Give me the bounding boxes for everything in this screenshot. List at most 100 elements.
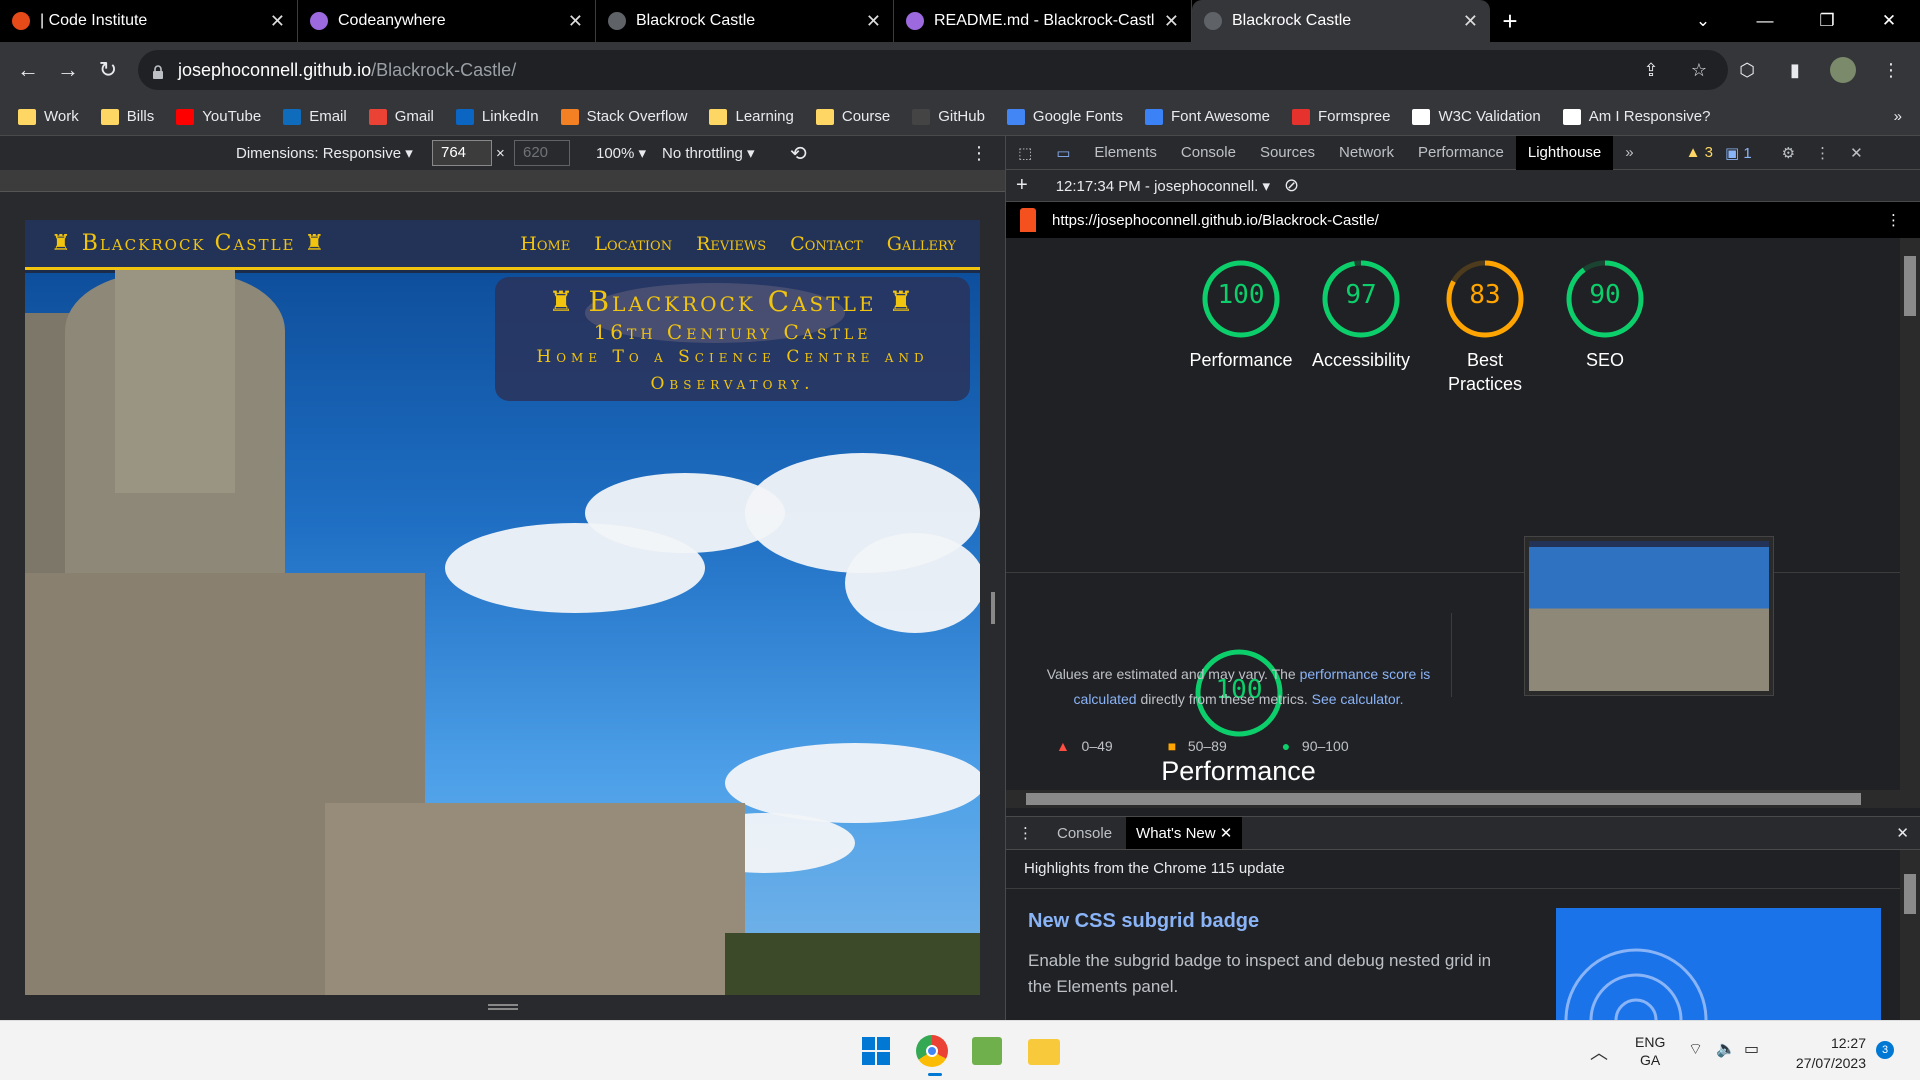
lock-icon[interactable] [152,63,164,79]
bookmark-item[interactable]: Work [18,108,79,125]
throttle-select[interactable]: No throttling ▾ [662,144,755,162]
close-tab-icon[interactable]: ✕ [866,11,881,32]
more-tabs-icon[interactable]: » [1613,136,1645,170]
nav-location[interactable]: Location [594,233,672,255]
score-gauge[interactable]: 83 Best Practices [1430,258,1540,396]
tray-chevron-icon[interactable]: ︿ [1590,1039,1608,1065]
tab-performance[interactable]: Performance [1406,136,1516,170]
app-icon[interactable] [972,1037,1002,1065]
menu-icon[interactable]: ⋮ [1872,50,1910,90]
resize-handle-right[interactable] [991,592,995,624]
share-icon[interactable]: ⇪ [1632,50,1670,90]
site-brand[interactable]: ♜ Blackrock Castle ♜ [51,231,326,256]
warning-icon[interactable]: ▲ 3 [1686,144,1713,161]
score-gauge[interactable]: 90 SEO [1550,258,1660,372]
bookmark-item[interactable]: GitHub [912,108,985,125]
tab-network[interactable]: Network [1327,136,1406,170]
bookmark-item[interactable]: W3C Validation [1412,108,1541,125]
drawer-scrollbar[interactable] [1900,850,1920,1020]
bookmark-item[interactable]: Email [283,108,347,125]
forward-icon[interactable]: → [48,50,88,90]
browser-tab[interactable]: Blackrock Castle ✕ [596,0,894,42]
minimize-icon[interactable]: — [1734,0,1796,42]
more-bookmarks-icon[interactable]: » [1894,108,1902,125]
clock[interactable]: 12:27 27/07/2023 [1786,1033,1866,1073]
width-input[interactable]: 764 [432,140,492,166]
height-input[interactable]: 620 [514,140,570,166]
wifi-icon[interactable]: ⌔ [1688,1039,1703,1059]
report-menu-icon[interactable]: ⋮ [1886,211,1901,229]
nav-reviews[interactable]: Reviews [696,233,766,255]
resize-handle-bottom[interactable] [488,1004,518,1010]
drawer-tab-whats-new[interactable]: What's New ✕ [1126,817,1243,849]
file-explorer-icon[interactable] [1028,1039,1060,1065]
bookmark-item[interactable]: Course [815,108,890,125]
tab-search-icon[interactable]: ⌄ [1672,0,1734,42]
notification-badge[interactable]: 3 [1876,1041,1894,1059]
new-tab-icon[interactable]: + [1490,0,1530,42]
bookmark-item[interactable]: YouTube [176,108,261,125]
bookmark-item[interactable]: Font Awesome [1144,108,1270,125]
bookmark-item[interactable]: Bills [100,108,154,125]
back-icon[interactable]: ← [8,50,48,90]
close-devtools-icon[interactable]: ✕ [1850,144,1863,162]
news-title[interactable]: New CSS subgrid badge [1028,910,1259,933]
extensions-icon[interactable]: ⬡ [1728,50,1766,90]
start-icon[interactable] [862,1037,890,1065]
close-tab-icon[interactable]: ✕ [1463,11,1478,32]
nav-contact[interactable]: Contact [790,233,863,255]
bookmark-item[interactable]: LinkedIn [455,108,539,125]
close-tab-icon[interactable]: ✕ [1220,825,1233,842]
media-query-ruler[interactable] [0,170,1005,192]
score-gauge[interactable]: 97 Accessibility [1306,258,1416,372]
tab-elements[interactable]: Elements [1082,136,1169,170]
avatar[interactable] [1824,50,1862,90]
zoom-select[interactable]: 100% ▾ [596,144,646,162]
maximize-icon[interactable]: ❐ [1796,0,1858,42]
bookmark-item[interactable]: Formspree [1291,108,1390,125]
close-window-icon[interactable]: ✕ [1858,0,1920,42]
rotate-icon[interactable]: ⟲ [790,141,807,166]
sidepanel-icon[interactable]: ▮ [1776,50,1814,90]
bookmark-item[interactable]: Learning [709,108,794,125]
settings-icon[interactable]: ⚙ [1782,144,1795,162]
more-options-icon[interactable]: ⋮ [970,143,988,164]
browser-tab[interactable]: | Code Institute ✕ [0,0,298,42]
browser-tab[interactable]: README.md - Blackrock-Castle - ✕ [894,0,1192,42]
browser-tab-active[interactable]: Blackrock Castle ✕ [1192,0,1490,42]
bookmark-item[interactable]: Stack Overflow [560,108,687,125]
score-gauge[interactable]: 100 Performance [1186,258,1296,372]
drawer-menu-icon[interactable]: ⋮ [1018,824,1033,842]
star-icon[interactable]: ☆ [1680,50,1718,90]
device-toggle-icon[interactable]: ▭ [1044,136,1082,170]
bookmark-item[interactable]: Am I Responsive? [1562,108,1710,125]
page-screenshot-thumbnail[interactable] [1524,536,1774,696]
address-bar[interactable]: josephoconnell.github.io/Blackrock-Castl… [138,50,1728,90]
close-tab-icon[interactable]: ✕ [568,11,583,32]
report-hscrollbar[interactable] [1006,790,1920,808]
add-report-icon[interactable]: + [1016,174,1028,197]
report-scrollbar[interactable] [1900,238,1920,790]
close-drawer-icon[interactable]: ✕ [1896,824,1909,842]
tab-sources[interactable]: Sources [1248,136,1327,170]
drawer-tab-console[interactable]: Console [1057,825,1112,842]
report-select[interactable]: 12:17:34 PM - josephoconnell. ▾ [1056,177,1270,195]
reload-icon[interactable]: ↻ [88,50,128,90]
nav-gallery[interactable]: Gallery [887,233,956,255]
bookmark-item[interactable]: Gmail [368,108,434,125]
chrome-icon[interactable] [916,1035,948,1067]
browser-tab[interactable]: Codeanywhere ✕ [298,0,596,42]
tab-lighthouse[interactable]: Lighthouse [1515,135,1614,170]
battery-icon[interactable]: ▭ [1744,1039,1759,1059]
clear-icon[interactable]: ⊘ [1284,175,1299,196]
tab-console[interactable]: Console [1169,136,1248,170]
dimensions-select[interactable]: Dimensions: Responsive ▾ [236,144,413,162]
bookmark-item[interactable]: Google Fonts [1006,108,1123,125]
report-url[interactable]: https://josephoconnell.github.io/Blackro… [1052,212,1379,229]
close-tab-icon[interactable]: ✕ [1164,11,1179,32]
nav-home[interactable]: Home [520,233,570,255]
language-indicator[interactable]: ENG GA [1635,1033,1665,1069]
close-tab-icon[interactable]: ✕ [270,11,285,32]
inspect-icon[interactable]: ⬚ [1006,136,1044,170]
see-calculator-link[interactable]: See calculator. [1312,691,1404,707]
